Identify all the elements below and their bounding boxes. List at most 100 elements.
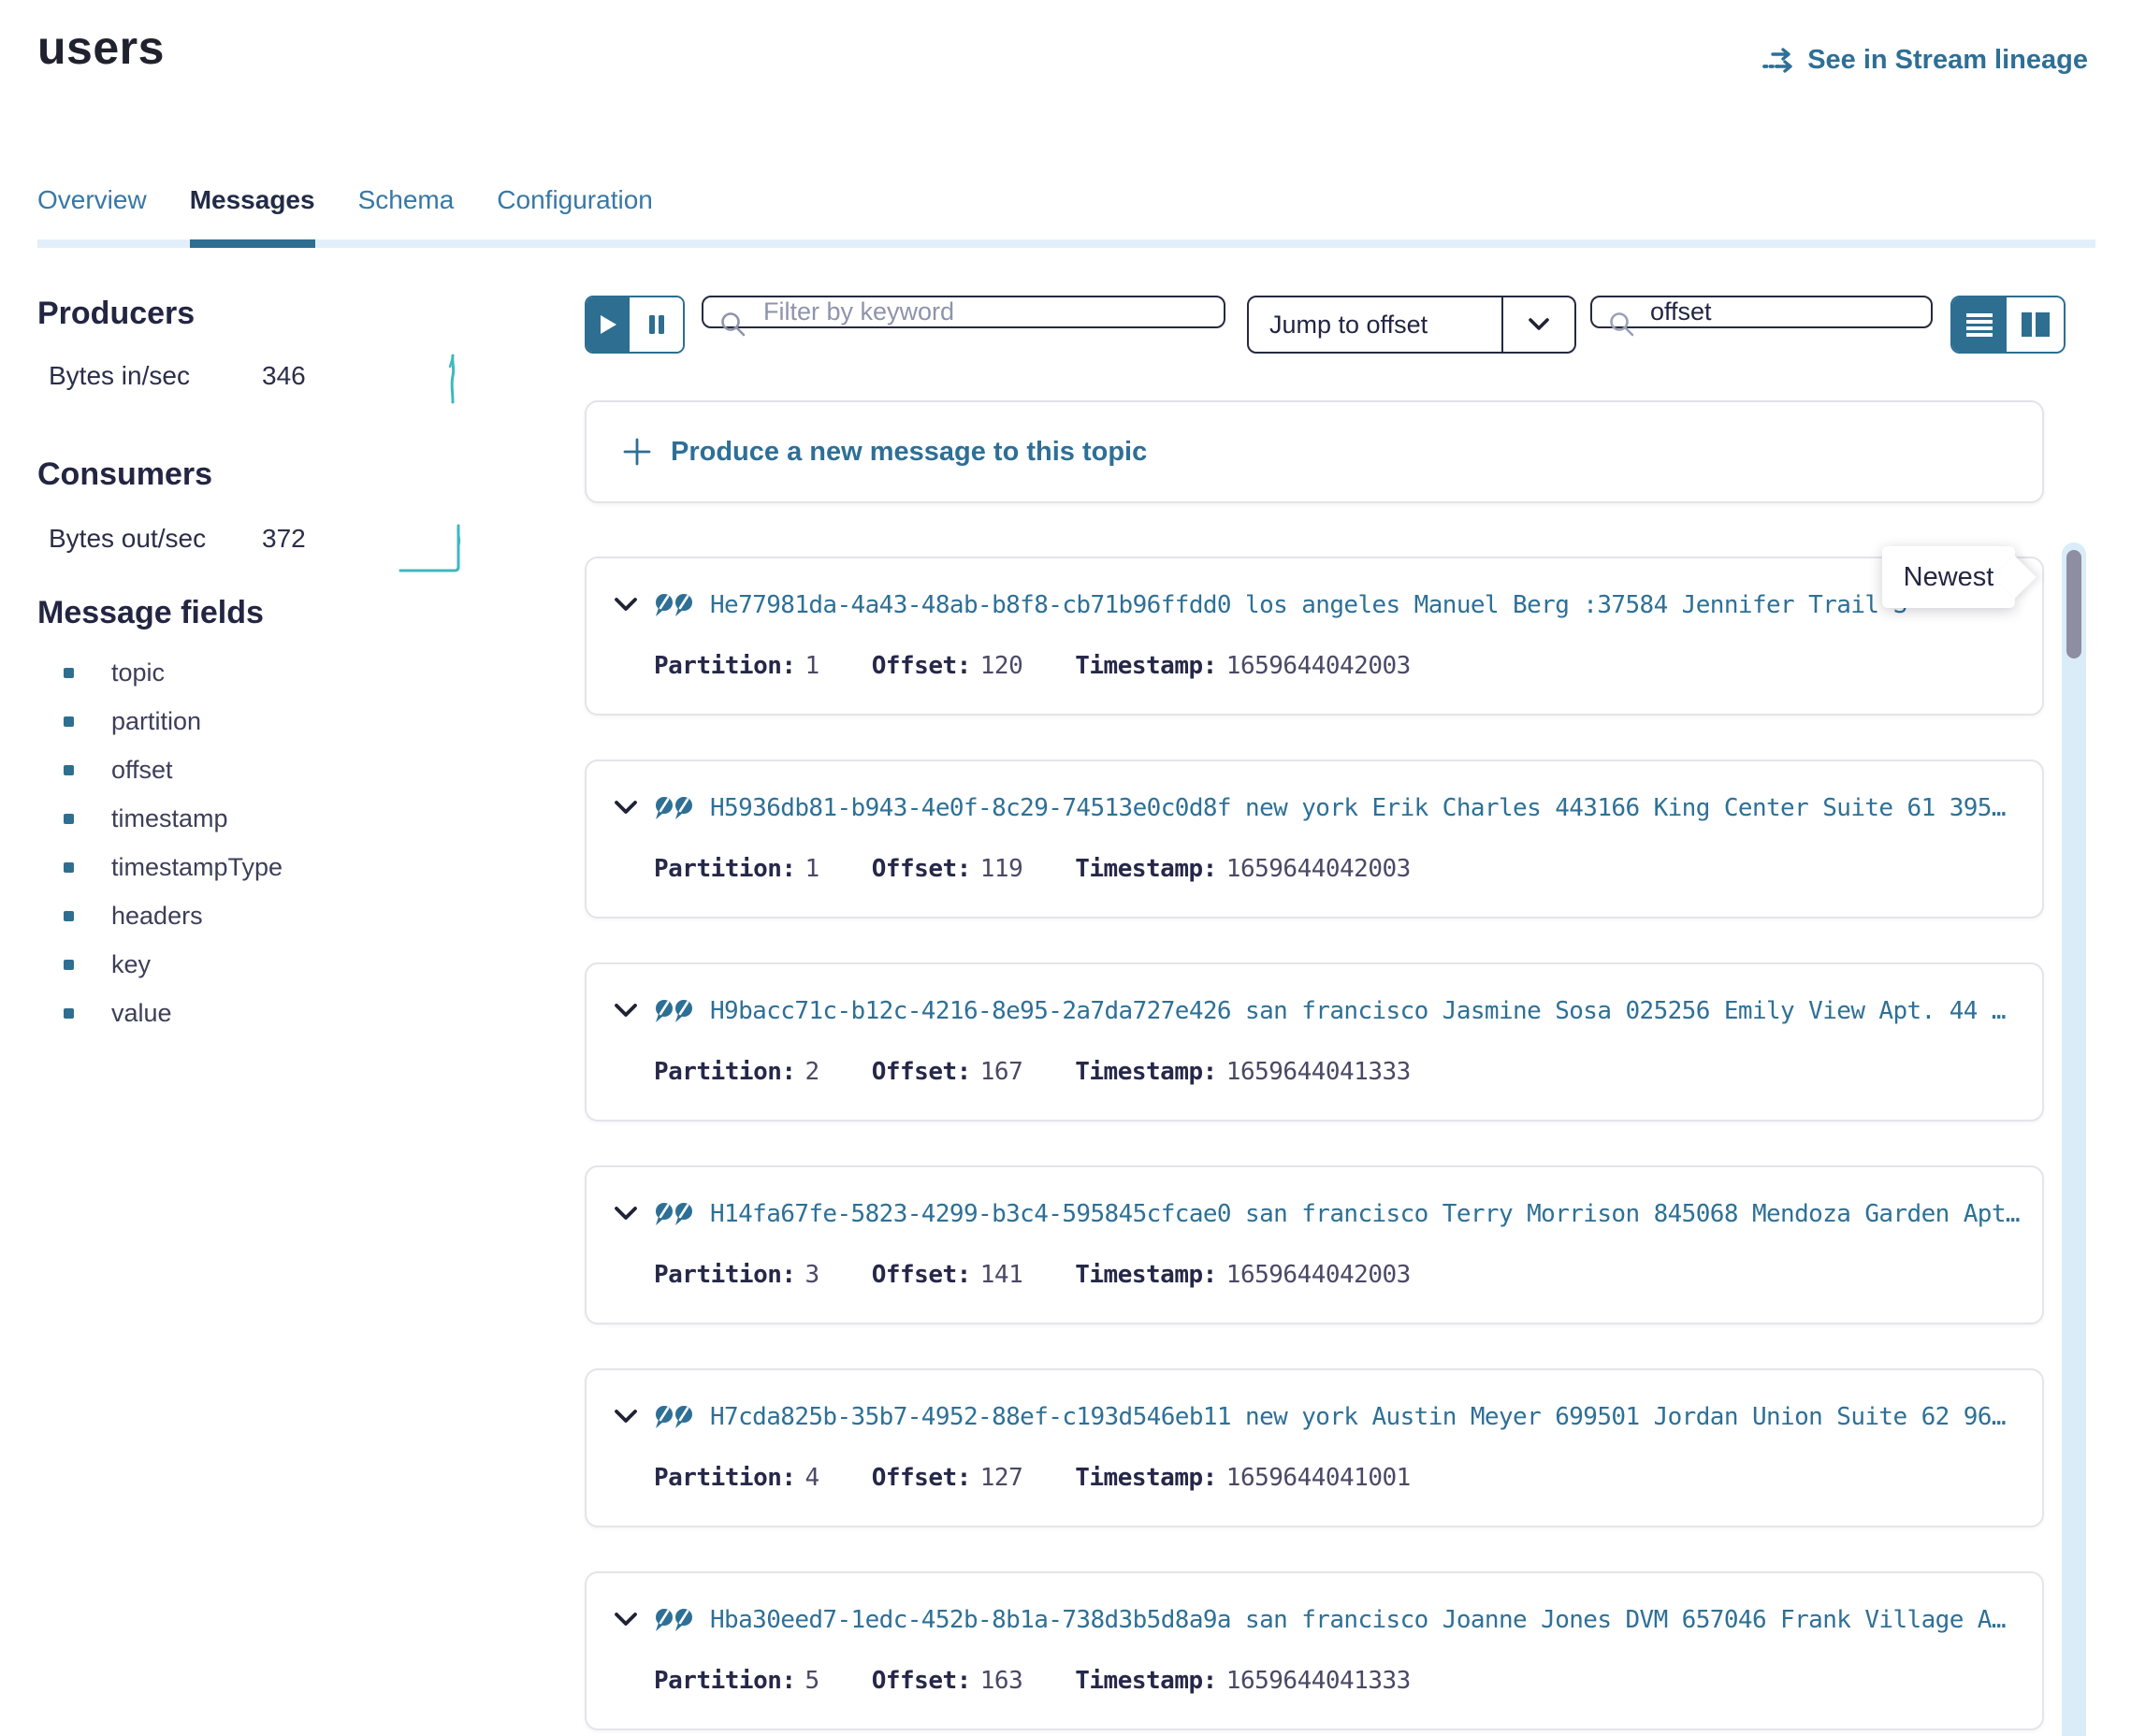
message-key[interactable]: H14fa67fe-5823-4299-b3c4-595845cfcae0 sa… — [710, 1200, 2020, 1228]
bytes-in-label: Bytes in/sec — [49, 361, 190, 391]
bullet-icon — [64, 668, 74, 678]
expand-chevron-icon[interactable] — [613, 1003, 639, 1020]
bytes-out-label: Bytes out/sec — [49, 524, 206, 554]
expand-chevron-icon[interactable] — [613, 597, 639, 614]
produce-message-label: Produce a new message to this topic — [671, 437, 1147, 468]
offset-value: 120 — [980, 652, 1022, 680]
field-item-value: value — [64, 999, 172, 1028]
offset-search-wrap — [1590, 296, 1933, 354]
timestamp-value: 1659644041333 — [1226, 1058, 1411, 1086]
tab-messages[interactable]: Messages — [190, 185, 315, 248]
chevron-down-icon — [1503, 317, 1574, 332]
play-icon — [598, 313, 618, 336]
search-icon — [1607, 310, 1637, 340]
producers-heading: Producers — [37, 296, 195, 332]
messages-scrollbar-track[interactable] — [2062, 542, 2086, 1736]
timestamp-value: 1659644042003 — [1226, 855, 1411, 883]
stream-lineage-link-label: See in Stream lineage — [1807, 45, 2088, 76]
message-key-quotes-icon — [654, 1404, 695, 1430]
timestamp-value: 1659644041333 — [1226, 1667, 1411, 1695]
expand-chevron-icon[interactable] — [613, 1612, 639, 1628]
expand-chevron-icon[interactable] — [613, 1409, 639, 1425]
partition-value: 5 — [805, 1667, 819, 1695]
play-button[interactable] — [587, 297, 630, 352]
newest-tooltip-label: Newest — [1904, 562, 1994, 593]
partition-value: 1 — [805, 652, 819, 680]
message-key-quotes-icon — [654, 1201, 695, 1227]
column-view-icon — [2020, 311, 2051, 339]
pause-button[interactable] — [630, 297, 683, 352]
offset-search-input[interactable] — [1590, 296, 1933, 328]
list-view-button[interactable] — [1952, 297, 2007, 352]
search-icon — [718, 310, 748, 340]
message-list: He77981da-4a43-48ab-b8f8-cb71b96ffdd0 lo… — [585, 557, 2044, 1730]
view-mode-toggle — [1950, 296, 2066, 354]
offset-value: 127 — [980, 1464, 1022, 1492]
partition-value: 3 — [805, 1261, 819, 1289]
field-item-timestamp: timestamp — [64, 804, 228, 833]
message-key[interactable]: He77981da-4a43-48ab-b8f8-cb71b96ffdd0 lo… — [710, 591, 2020, 619]
expand-chevron-icon[interactable] — [613, 800, 639, 817]
message-row: H5936db81-b943-4e0f-8c29-74513e0c0d8f ne… — [585, 760, 2044, 919]
page-title: users — [37, 21, 165, 75]
jump-to-offset-value: Jump to offset — [1249, 311, 1501, 340]
bullet-icon — [64, 716, 74, 727]
message-key-quotes-icon — [654, 998, 695, 1024]
partition-value: 1 — [805, 855, 819, 883]
message-key[interactable]: H5936db81-b943-4e0f-8c29-74513e0c0d8f ne… — [710, 794, 2020, 822]
timestamp-value: 1659644042003 — [1226, 652, 1411, 680]
message-fields-heading: Message fields — [37, 595, 264, 631]
field-item-partition: partition — [64, 707, 201, 736]
field-item-key: key — [64, 950, 151, 979]
message-row: H14fa67fe-5823-4299-b3c4-595845cfcae0 sa… — [585, 1165, 2044, 1324]
message-key-quotes-icon — [654, 592, 695, 618]
message-key[interactable]: H7cda825b-35b7-4952-88ef-c193d546eb11 ne… — [710, 1403, 2020, 1431]
tab-configuration[interactable]: Configuration — [497, 185, 653, 248]
filter-field-wrap — [702, 296, 1247, 354]
plus-icon — [622, 437, 652, 467]
timestamp-value: 1659644041001 — [1226, 1464, 1411, 1492]
timestamp-value: 1659644042003 — [1226, 1261, 1411, 1289]
offset-value: 163 — [980, 1667, 1022, 1695]
bytes-out-sparkline — [397, 514, 477, 576]
expand-chevron-icon[interactable] — [613, 1206, 639, 1222]
message-row: Hba30eed7-1edc-452b-8b1a-738d3b5d8a9a sa… — [585, 1571, 2044, 1730]
field-item-headers: headers — [64, 902, 203, 931]
offset-value: 119 — [980, 855, 1022, 883]
message-row: He77981da-4a43-48ab-b8f8-cb71b96ffdd0 lo… — [585, 557, 2044, 716]
partition-value: 4 — [805, 1464, 819, 1492]
bullet-icon — [64, 911, 74, 921]
tab-overview[interactable]: Overview — [37, 185, 147, 248]
tab-bar: Overview Messages Schema Configuration — [37, 185, 2095, 248]
topic-messages-page: users See in Stream lineage Overview Mes… — [0, 0, 2131, 1736]
tab-schema[interactable]: Schema — [358, 185, 455, 248]
messages-scrollbar-thumb[interactable] — [2066, 550, 2081, 658]
message-key[interactable]: Hba30eed7-1edc-452b-8b1a-738d3b5d8a9a sa… — [710, 1606, 2020, 1634]
message-key-quotes-icon — [654, 795, 695, 821]
offset-value: 167 — [980, 1058, 1022, 1086]
field-item-timestampType: timestampType — [64, 853, 283, 882]
column-view-button[interactable] — [2007, 297, 2064, 352]
consumers-metric-row: Bytes out/sec 372 — [49, 516, 488, 569]
jump-to-offset-select[interactable]: Jump to offset — [1247, 296, 1576, 354]
bytes-out-value: 372 — [262, 524, 306, 554]
bullet-icon — [64, 960, 74, 970]
bullet-icon — [64, 1008, 74, 1019]
pause-icon — [647, 313, 666, 336]
bullet-icon — [64, 765, 74, 775]
stream-lineage-link[interactable]: See in Stream lineage — [1762, 45, 2088, 76]
messages-toolbar: Jump to offset — [585, 296, 2066, 354]
bytes-in-sparkline — [442, 350, 464, 408]
bullet-icon — [64, 862, 74, 873]
bytes-in-value: 346 — [262, 361, 306, 391]
message-key-quotes-icon — [654, 1607, 695, 1633]
produce-message-button[interactable]: Produce a new message to this topic — [585, 400, 2044, 503]
field-item-offset: offset — [64, 756, 173, 785]
partition-value: 2 — [805, 1058, 819, 1086]
list-view-icon — [1965, 311, 1993, 338]
message-key[interactable]: H9bacc71c-b12c-4216-8e95-2a7da727e426 sa… — [710, 997, 2020, 1025]
lineage-arrows-icon — [1762, 46, 1796, 76]
consumers-heading: Consumers — [37, 456, 212, 493]
newest-tooltip: Newest — [1882, 546, 2015, 608]
filter-by-keyword-input[interactable] — [702, 296, 1225, 328]
